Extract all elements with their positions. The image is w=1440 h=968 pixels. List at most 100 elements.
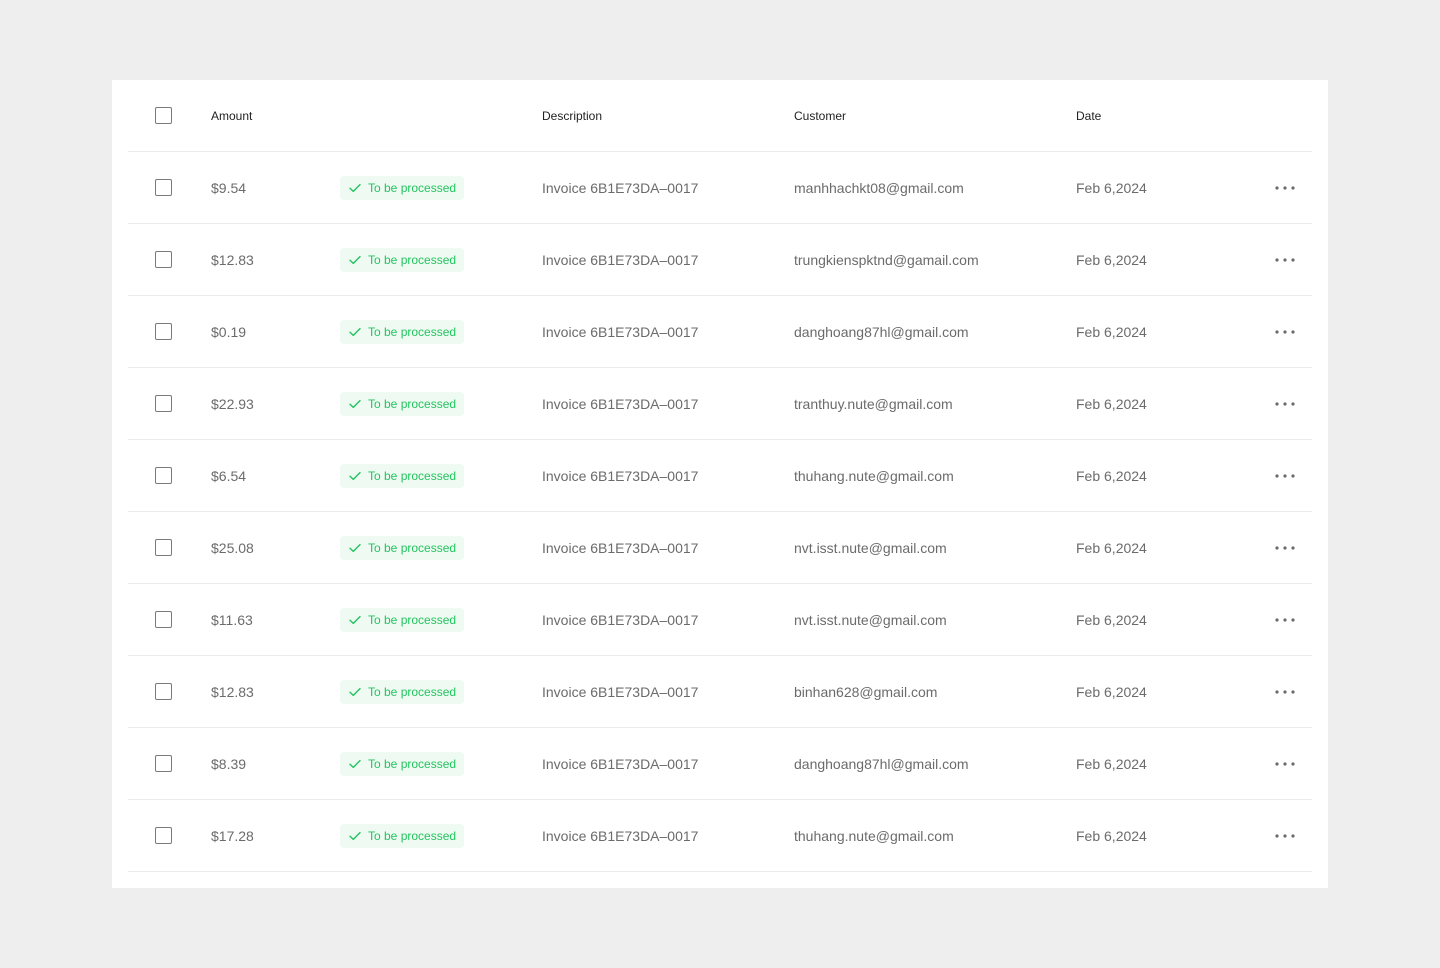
row-checkbox[interactable]	[155, 395, 172, 412]
description-cell: Invoice 6B1E73DA–0017	[542, 323, 699, 340]
status-label: To be processed	[368, 684, 457, 699]
status-cell: To be processed	[340, 584, 465, 655]
more-horizontal-icon	[1275, 257, 1295, 262]
amount-cell: $25.08	[211, 539, 254, 556]
more-horizontal-icon	[1275, 545, 1295, 550]
more-horizontal-icon	[1275, 689, 1295, 694]
checkmark-icon	[348, 829, 362, 843]
description-cell: Invoice 6B1E73DA–0017	[542, 827, 699, 844]
status-badge: To be processed	[340, 319, 465, 344]
table-row[interactable]: $0.19 To be processed Invoice 6B1E73DA–0…	[128, 296, 1312, 368]
more-options-button[interactable]	[1268, 752, 1302, 776]
table-row[interactable]: $25.08 To be processed Invoice 6B1E73DA–…	[128, 512, 1312, 584]
more-options-button[interactable]	[1268, 536, 1302, 560]
more-options-button[interactable]	[1268, 320, 1302, 344]
row-actions-cell	[1268, 800, 1302, 871]
column-header-description[interactable]: Description	[542, 80, 602, 151]
row-actions-cell	[1268, 152, 1302, 223]
column-header-date[interactable]: Date	[1076, 80, 1101, 151]
more-options-button[interactable]	[1268, 680, 1302, 704]
status-label: To be processed	[368, 612, 457, 627]
row-select-cell	[155, 368, 172, 439]
customer-email-cell: binhan628@gmail.com	[794, 683, 938, 700]
table-body: $9.54 To be processed Invoice 6B1E73DA–0…	[128, 152, 1312, 872]
table-row[interactable]: $17.28 To be processed Invoice 6B1E73DA–…	[128, 800, 1312, 872]
row-checkbox[interactable]	[155, 467, 172, 484]
table-row[interactable]: $9.54 To be processed Invoice 6B1E73DA–0…	[128, 152, 1312, 224]
date-cell: Feb 6,2024	[1076, 683, 1147, 700]
customer-email-cell: thuhang.nute@gmail.com	[794, 467, 954, 484]
row-checkbox[interactable]	[155, 251, 172, 268]
checkmark-icon	[348, 685, 362, 699]
description-cell: Invoice 6B1E73DA–0017	[542, 179, 699, 196]
more-options-button[interactable]	[1268, 392, 1302, 416]
more-options-button[interactable]	[1268, 608, 1302, 632]
table-row[interactable]: $12.83 To be processed Invoice 6B1E73DA–…	[128, 656, 1312, 728]
more-options-button[interactable]	[1268, 176, 1302, 200]
more-options-button[interactable]	[1268, 248, 1302, 272]
date-cell: Feb 6,2024	[1076, 539, 1147, 556]
row-checkbox[interactable]	[155, 683, 172, 700]
row-checkbox[interactable]	[155, 323, 172, 340]
description-cell: Invoice 6B1E73DA–0017	[542, 539, 699, 556]
checkmark-icon	[348, 469, 362, 483]
row-checkbox[interactable]	[155, 755, 172, 772]
status-cell: To be processed	[340, 512, 465, 583]
more-horizontal-icon	[1275, 401, 1295, 406]
status-badge: To be processed	[340, 607, 465, 632]
table-row[interactable]: $12.83 To be processed Invoice 6B1E73DA–…	[128, 224, 1312, 296]
row-select-cell	[155, 728, 172, 799]
table-row[interactable]: $11.63 To be processed Invoice 6B1E73DA–…	[128, 584, 1312, 656]
status-label: To be processed	[368, 324, 457, 339]
status-badge: To be processed	[340, 247, 465, 272]
row-select-cell	[155, 512, 172, 583]
customer-email-cell: nvt.isst.nute@gmail.com	[794, 539, 947, 556]
column-header-customer[interactable]: Customer	[794, 80, 846, 151]
row-checkbox[interactable]	[155, 539, 172, 556]
customer-email-cell: nvt.isst.nute@gmail.com	[794, 611, 947, 628]
checkmark-icon	[348, 325, 362, 339]
amount-cell: $0.19	[211, 323, 247, 340]
row-checkbox[interactable]	[155, 179, 172, 196]
more-options-button[interactable]	[1268, 464, 1302, 488]
amount-cell: $8.39	[211, 755, 247, 772]
row-select-cell	[155, 584, 172, 655]
amount-cell: $12.83	[211, 683, 254, 700]
more-horizontal-icon	[1275, 617, 1295, 622]
description-cell: Invoice 6B1E73DA–0017	[542, 755, 699, 772]
row-select-cell	[155, 440, 172, 511]
more-horizontal-icon	[1275, 185, 1295, 190]
date-cell: Feb 6,2024	[1076, 179, 1147, 196]
invoice-table: Amount Description Customer Date $9.54 T…	[128, 80, 1312, 872]
row-checkbox[interactable]	[155, 611, 172, 628]
customer-email-cell: thuhang.nute@gmail.com	[794, 827, 954, 844]
date-cell: Feb 6,2024	[1076, 611, 1147, 628]
status-cell: To be processed	[340, 296, 465, 367]
description-cell: Invoice 6B1E73DA–0017	[542, 611, 699, 628]
column-header-amount[interactable]: Amount	[211, 80, 252, 151]
amount-cell: $6.54	[211, 467, 247, 484]
table-row[interactable]: $22.93 To be processed Invoice 6B1E73DA–…	[128, 368, 1312, 440]
row-actions-cell	[1268, 728, 1302, 799]
status-badge: To be processed	[340, 823, 465, 848]
table-row[interactable]: $6.54 To be processed Invoice 6B1E73DA–0…	[128, 440, 1312, 512]
customer-email-cell: danghoang87hl@gmail.com	[794, 755, 969, 772]
status-cell: To be processed	[340, 800, 465, 871]
row-actions-cell	[1268, 584, 1302, 655]
amount-cell: $9.54	[211, 179, 247, 196]
checkmark-icon	[348, 253, 362, 267]
status-badge: To be processed	[340, 391, 465, 416]
checkmark-icon	[348, 397, 362, 411]
description-cell: Invoice 6B1E73DA–0017	[542, 467, 699, 484]
select-all-checkbox[interactable]	[155, 107, 172, 124]
more-horizontal-icon	[1275, 761, 1295, 766]
amount-cell: $11.63	[211, 611, 253, 628]
row-checkbox[interactable]	[155, 827, 172, 844]
checkmark-icon	[348, 613, 362, 627]
row-select-cell	[155, 224, 172, 295]
more-options-button[interactable]	[1268, 824, 1302, 848]
table-row[interactable]: $8.39 To be processed Invoice 6B1E73DA–0…	[128, 728, 1312, 800]
table-header-row: Amount Description Customer Date	[128, 80, 1312, 152]
row-actions-cell	[1268, 368, 1302, 439]
status-label: To be processed	[368, 468, 457, 483]
